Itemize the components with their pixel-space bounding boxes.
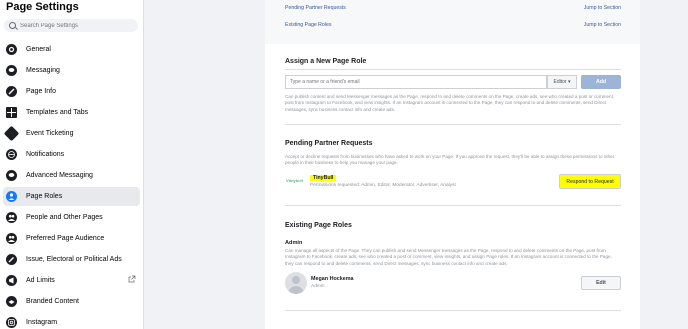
- divider: [285, 124, 621, 125]
- partner-logo: Vtinybull: [286, 178, 303, 183]
- sidebar-item-issue-electoral-political-ads[interactable]: Issue, Electoral or Political Ads: [3, 250, 140, 269]
- grid-icon: [6, 107, 17, 118]
- jump-row-existing-page-roles: Existing Page Roles Jump to Section: [285, 20, 621, 30]
- pending-partner-heading: Pending Partner Requests: [285, 140, 373, 147]
- assign-role-heading: Assign a New Page Role: [285, 58, 367, 65]
- admin-role-title: Admin: [285, 240, 303, 246]
- sidebar-item-event-ticketing[interactable]: Event Ticketing: [3, 124, 140, 143]
- pending-partner-description: Accept or decline requests from business…: [285, 154, 615, 166]
- name-email-field[interactable]: [285, 75, 547, 89]
- sidebar-item-instagram[interactable]: Instagram: [3, 313, 140, 329]
- jump-row-pending-partner-requests: Pending Partner Requests Jump to Section: [285, 3, 621, 13]
- jump-to-section-link[interactable]: Jump to Section: [584, 22, 621, 28]
- search-input[interactable]: [20, 22, 130, 29]
- sidebar-item-label: Instagram: [26, 319, 58, 326]
- sidebar-item-page-roles[interactable]: Page Roles: [3, 187, 140, 206]
- sidebar-item-label: Preferred Page Audience: [26, 235, 105, 242]
- divider: [285, 205, 621, 206]
- sidebar-item-label: Issue, Electoral or Political Ads: [26, 256, 122, 263]
- edit-button[interactable]: Edit: [581, 276, 621, 290]
- sidebar-item-ad-limits[interactable]: Ad Limits: [3, 271, 140, 290]
- person-role: Admin: [311, 284, 325, 289]
- avatar: [285, 272, 307, 294]
- sidebar-item-people-and-other-pages[interactable]: People and Other Pages: [3, 208, 140, 227]
- sidebar-item-preferred-page-audience[interactable]: Preferred Page Audience: [3, 229, 140, 248]
- sidebar-item-label: Page Roles: [26, 193, 63, 200]
- divider: [285, 310, 621, 311]
- sidebar-item-label: Notifications: [26, 151, 65, 158]
- wrench-icon: [6, 254, 17, 265]
- chat-bubble-icon: [6, 170, 17, 181]
- people-icon: [6, 212, 17, 223]
- partner-name[interactable]: TinyBull: [310, 175, 337, 181]
- person-name[interactable]: Megan Hockema: [311, 276, 354, 282]
- sidebar-item-notifications[interactable]: Notifications: [3, 145, 140, 164]
- divider: [285, 69, 621, 70]
- person-icon: [6, 191, 17, 202]
- sidebar-item-label: Advanced Messaging: [26, 172, 93, 179]
- sidebar-item-label: Branded Content: [26, 298, 79, 305]
- role-dropdown[interactable]: Editor ▾: [547, 75, 577, 89]
- admin-role-description: Can manage all aspects of the Page. They…: [285, 248, 612, 266]
- chat-bubble-icon: [6, 65, 17, 76]
- search-icon: [9, 22, 16, 29]
- sidebar-item-label: Templates and Tabs: [26, 109, 89, 116]
- sidebar-item-label: Ad Limits: [26, 277, 55, 284]
- sidebar-title: Page Settings: [6, 1, 79, 13]
- sidebar-item-page-info[interactable]: Page Info: [3, 82, 140, 101]
- sidebar-item-messaging[interactable]: Messaging: [3, 61, 140, 80]
- sidebar-item-label: Event Ticketing: [26, 130, 74, 137]
- sidebar-item-label: Messaging: [26, 67, 60, 74]
- external-link-icon[interactable]: [128, 275, 136, 283]
- gear-icon: [6, 44, 17, 55]
- sidebar-search[interactable]: [4, 19, 138, 32]
- jump-link-existing-page-roles[interactable]: Existing Page Roles: [285, 22, 331, 28]
- megaphone-icon: [6, 275, 17, 286]
- people-icon: [6, 233, 17, 244]
- editor-role-description: Can publish content and send Messenger m…: [285, 94, 615, 112]
- settings-sidebar: Page Settings General Messaging Page Inf…: [0, 0, 144, 329]
- instagram-icon: [6, 317, 17, 328]
- pencil-icon: [6, 86, 17, 97]
- existing-roles-heading: Existing Page Roles: [285, 222, 352, 229]
- respond-to-request-button[interactable]: Respond to Request: [559, 174, 621, 189]
- partner-permissions: Permissions requested: Admin, Editor, Mo…: [310, 183, 456, 188]
- sidebar-item-label: General: [26, 46, 51, 53]
- globe-icon: [6, 149, 17, 160]
- sidebar-item-label: People and Other Pages: [26, 214, 103, 221]
- add-button[interactable]: Add: [581, 75, 621, 89]
- sidebar-item-general[interactable]: General: [3, 40, 140, 59]
- sidebar-item-label: Page Info: [26, 88, 56, 95]
- handshake-icon: [6, 296, 17, 307]
- name-email-input[interactable]: [290, 79, 490, 85]
- sidebar-item-templates-and-tabs[interactable]: Templates and Tabs: [3, 103, 140, 122]
- jump-link-pending-partner-requests[interactable]: Pending Partner Requests: [285, 5, 346, 11]
- jump-to-section-link[interactable]: Jump to Section: [584, 5, 621, 11]
- ticket-icon: [3, 125, 20, 142]
- sidebar-item-branded-content[interactable]: Branded Content: [3, 292, 140, 311]
- sidebar-item-advanced-messaging[interactable]: Advanced Messaging: [3, 166, 140, 185]
